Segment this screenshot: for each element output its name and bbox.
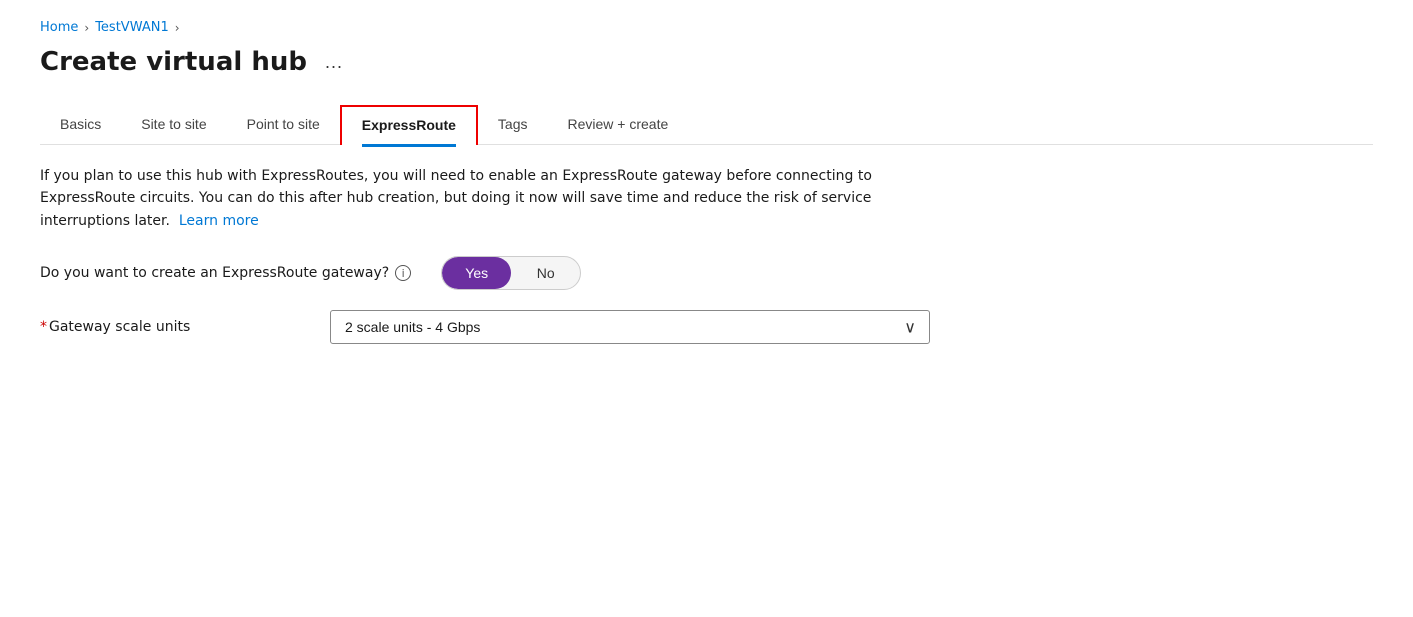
gateway-question-row: Do you want to create an ExpressRoute ga…: [40, 256, 1373, 290]
scale-units-label: * Gateway scale units: [40, 319, 300, 335]
tab-site-to-site[interactable]: Site to site: [121, 106, 226, 144]
ellipsis-button[interactable]: ...: [319, 50, 349, 75]
page-container: Home › TestVWAN1 › Create virtual hub ..…: [0, 0, 1413, 384]
tab-expressroute[interactable]: ExpressRoute: [340, 105, 478, 145]
learn-more-link[interactable]: Learn more: [179, 213, 259, 229]
scale-units-row: * Gateway scale units 1 scale unit - 2 G…: [40, 310, 1373, 344]
page-title: Create virtual hub: [40, 47, 307, 77]
page-header: Create virtual hub ...: [40, 47, 1373, 77]
breadcrumb-vwan[interactable]: TestVWAN1: [95, 20, 169, 35]
tab-basics[interactable]: Basics: [40, 106, 121, 144]
toggle-yes-button[interactable]: Yes: [442, 257, 511, 289]
yes-no-toggle: Yes No: [441, 256, 581, 290]
tab-point-to-site[interactable]: Point to site: [227, 106, 340, 144]
scale-units-select[interactable]: 1 scale unit - 2 Gbps 2 scale units - 4 …: [330, 310, 930, 344]
gateway-info-icon[interactable]: i: [395, 265, 411, 281]
gateway-question-label: Do you want to create an ExpressRoute ga…: [40, 265, 411, 281]
tabs-container: Basics Site to site Point to site Expres…: [40, 105, 1373, 145]
breadcrumb-sep-2: ›: [175, 21, 180, 35]
description-text: If you plan to use this hub with Express…: [40, 165, 890, 232]
required-star: *: [40, 319, 47, 335]
breadcrumb-sep-1: ›: [84, 21, 89, 35]
tab-review-create[interactable]: Review + create: [548, 106, 689, 144]
toggle-no-button[interactable]: No: [511, 257, 580, 289]
breadcrumb: Home › TestVWAN1 ›: [40, 20, 1373, 35]
scale-units-select-wrapper: 1 scale unit - 2 Gbps 2 scale units - 4 …: [330, 310, 930, 344]
breadcrumb-home[interactable]: Home: [40, 20, 78, 35]
tab-tags[interactable]: Tags: [478, 106, 548, 144]
